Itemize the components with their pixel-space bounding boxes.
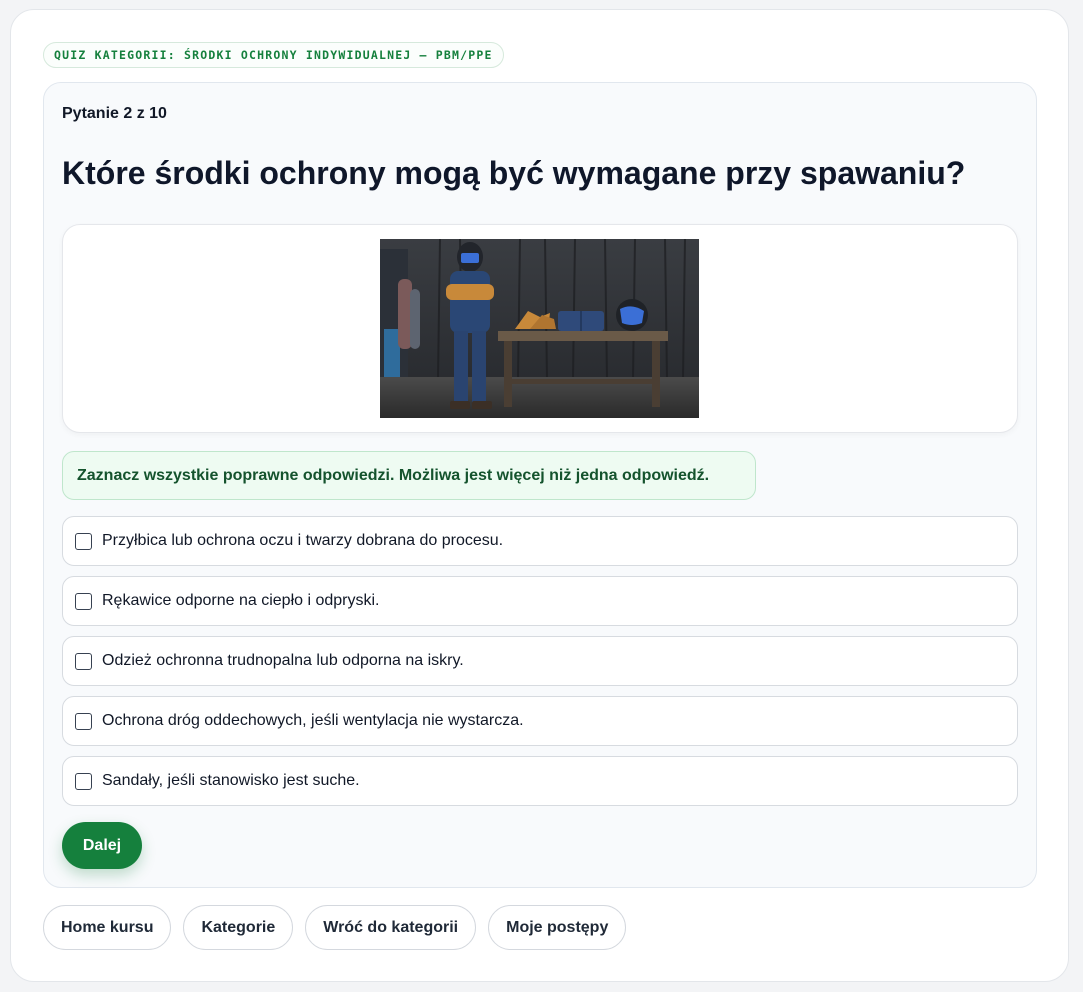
course-nav: Home kursu Kategorie Wróć do kategorii M… bbox=[43, 905, 627, 950]
answer-label: Ochrona dróg oddechowych, jeśli wentylac… bbox=[102, 712, 524, 729]
answer-label: Sandały, jeśli stanowisko jest suche. bbox=[102, 772, 360, 789]
welder-photo bbox=[380, 239, 699, 418]
answer-option-1[interactable]: Przyłbica lub ochrona oczu i twarzy dobr… bbox=[62, 516, 1018, 566]
home-course-button[interactable]: Home kursu bbox=[43, 905, 172, 950]
categories-button[interactable]: Kategorie bbox=[183, 905, 294, 950]
answer-label: Rękawice odporne na ciepło i odpryski. bbox=[102, 592, 380, 609]
instruction-box: Zaznacz wszystkie poprawne odpowiedzi. M… bbox=[62, 451, 756, 500]
answer-list: Przyłbica lub ochrona oczu i twarzy dobr… bbox=[62, 516, 1018, 816]
answer-option-2[interactable]: Rękawice odporne na ciepło i odpryski. bbox=[62, 576, 1018, 626]
answer-checkbox[interactable] bbox=[75, 592, 92, 610]
answer-checkbox[interactable] bbox=[75, 532, 92, 550]
question-image-frame bbox=[62, 224, 1018, 433]
quiz-panel: Pytanie 2 z 10 Które środki ochrony mogą… bbox=[43, 82, 1037, 888]
question-title: Które środki ochrony mogą być wymagane p… bbox=[62, 155, 966, 191]
answer-checkbox[interactable] bbox=[75, 712, 92, 730]
answer-checkbox[interactable] bbox=[75, 772, 92, 790]
answer-option-4[interactable]: Ochrona dróg oddechowych, jeśli wentylac… bbox=[62, 696, 1018, 746]
answer-option-5[interactable]: Sandały, jeśli stanowisko jest suche. bbox=[62, 756, 1018, 806]
question-progress: Pytanie 2 z 10 bbox=[62, 105, 167, 122]
category-tag: QUIZ KATEGORII: ŚRODKI OCHRONY INDYWIDUA… bbox=[43, 42, 504, 68]
answer-option-3[interactable]: Odzież ochronna trudnopalna lub odporna … bbox=[62, 636, 1018, 686]
answer-label: Odzież ochronna trudnopalna lub odporna … bbox=[102, 652, 464, 669]
back-to-category-button[interactable]: Wróć do kategorii bbox=[305, 905, 477, 950]
next-button[interactable]: Dalej bbox=[62, 822, 142, 869]
answer-checkbox[interactable] bbox=[75, 652, 92, 670]
page-card: QUIZ KATEGORII: ŚRODKI OCHRONY INDYWIDUA… bbox=[10, 9, 1069, 982]
answer-label: Przyłbica lub ochrona oczu i twarzy dobr… bbox=[102, 532, 504, 549]
my-progress-button[interactable]: Moje postępy bbox=[488, 905, 627, 950]
